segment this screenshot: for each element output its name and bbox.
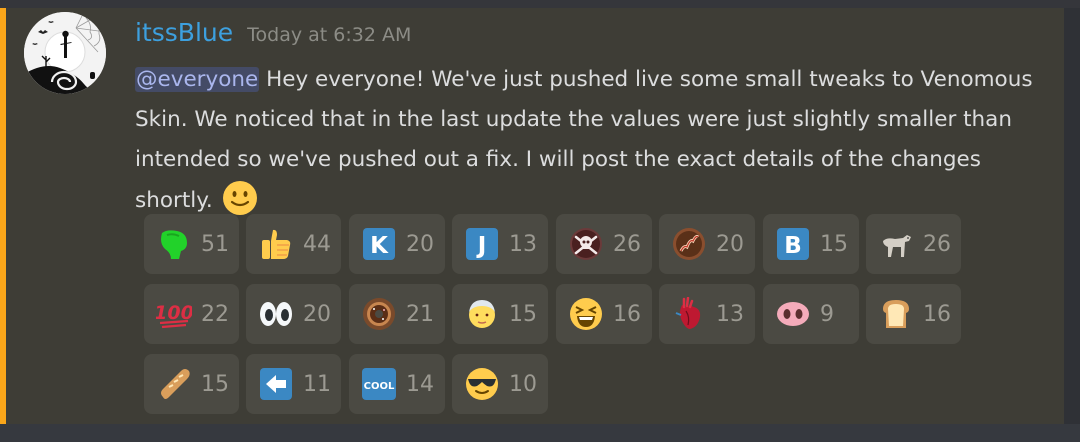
user-avatar[interactable] (24, 12, 106, 94)
thumbs-up-icon (258, 226, 294, 262)
baguette-icon (156, 366, 192, 402)
donut-icon (361, 296, 397, 332)
reaction-donut[interactable]: 21 (349, 284, 445, 344)
reaction-dog[interactable]: 26 (866, 214, 961, 274)
message-text: Hey everyone! We've just pushed live som… (135, 67, 1033, 213)
mention-highlight-bar (0, 8, 6, 424)
cool-button-icon: COOL (361, 366, 397, 402)
message-timestamp: Today at 6:32 AM (247, 24, 412, 46)
reaction-anatomical-heart[interactable]: 13 (659, 284, 755, 344)
svg-text:COOL: COOL (364, 381, 395, 392)
reaction-baguette[interactable]: 15 (144, 354, 239, 414)
reaction-skull-crossbones[interactable]: 26 (556, 214, 652, 274)
reaction-letter-k[interactable]: K 20 (349, 214, 445, 274)
reaction-pig-nose[interactable]: 9 (763, 284, 859, 344)
laughing-face-icon (568, 296, 604, 332)
message-content: @everyone Hey everyone! We've just pushe… (135, 60, 1060, 221)
eyes-icon (258, 296, 294, 332)
svg-text:K: K (370, 233, 389, 259)
reaction-laughing-face[interactable]: 16 (556, 284, 652, 344)
letter-j-icon: J (464, 226, 500, 262)
bread-icon (878, 296, 914, 332)
reaction-left-arrow[interactable]: 11 (246, 354, 341, 414)
slightly-smiling-face-icon (222, 180, 258, 216)
hundred-points-icon: 100 (156, 296, 192, 332)
letter-k-icon: K (361, 226, 397, 262)
reaction-green-blob[interactable]: 51 (144, 214, 239, 274)
pig-nose-icon (775, 296, 811, 332)
chat-message: itssBlue Today at 6:32 AM @everyone Hey … (0, 8, 1064, 424)
reaction-eyes[interactable]: 20 (246, 284, 341, 344)
left-arrow-icon (258, 366, 294, 402)
reaction-bread[interactable]: 16 (866, 284, 961, 344)
skull-crossbones-icon (568, 226, 604, 262)
reaction-letter-b[interactable]: B 15 (763, 214, 859, 274)
dog-icon (878, 226, 914, 262)
sunglasses-face-icon (464, 366, 500, 402)
svg-text:B: B (784, 233, 802, 259)
old-man-icon (464, 296, 500, 332)
svg-text:J: J (476, 233, 487, 259)
reaction-letter-j[interactable]: J 13 (452, 214, 548, 274)
bacon-icon (671, 226, 707, 262)
reaction-cool-button[interactable]: COOL 14 (349, 354, 445, 414)
everyone-mention[interactable]: @everyone (135, 67, 260, 92)
green-blob-icon (156, 226, 192, 262)
reaction-sunglasses-face[interactable]: 10 (452, 354, 548, 414)
channel-top-strip (0, 0, 1080, 8)
author-username[interactable]: itssBlue (135, 18, 233, 47)
letter-b-icon: B (775, 226, 811, 262)
message-header: itssBlue Today at 6:32 AM (135, 18, 411, 58)
channel-bottom-strip (0, 424, 1080, 442)
reaction-thumbs-up[interactable]: 44 (246, 214, 341, 274)
reaction-bacon[interactable]: 20 (659, 214, 755, 274)
reaction-old-man[interactable]: 15 (452, 284, 548, 344)
anatomical-heart-icon (671, 296, 707, 332)
reaction-hundred-points[interactable]: 100 22 (144, 284, 239, 344)
